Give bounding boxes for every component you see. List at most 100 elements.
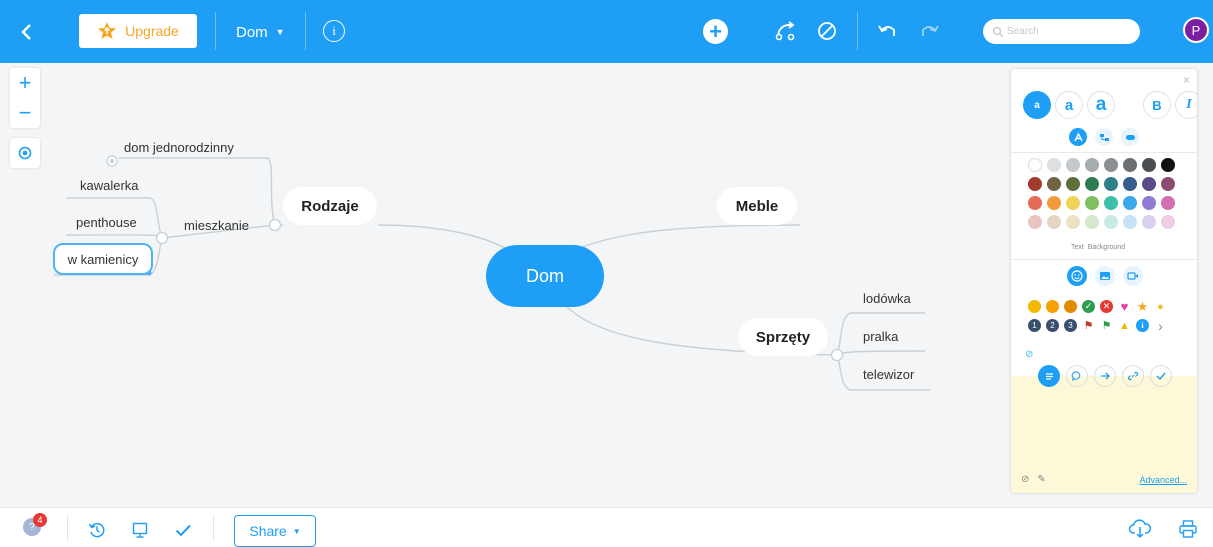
color-swatch[interactable] [1066, 196, 1080, 210]
color-swatch[interactable] [1066, 158, 1080, 172]
color-swatch[interactable] [1104, 177, 1118, 191]
tab-video[interactable] [1123, 266, 1143, 286]
color-swatch[interactable] [1047, 158, 1061, 172]
more-icons-button[interactable]: › [1154, 318, 1167, 334]
color-swatch[interactable] [1028, 158, 1042, 172]
color-swatch[interactable] [1104, 215, 1118, 229]
color-swatch[interactable] [1085, 196, 1099, 210]
color-swatches [1028, 158, 1175, 229]
image-icon [1100, 272, 1110, 280]
notification-badge: 4 [33, 513, 47, 527]
presentation-button[interactable] [130, 520, 150, 540]
info-icon[interactable]: i [1136, 319, 1149, 332]
check-icon[interactable]: ✓ [1082, 300, 1095, 313]
color-swatch[interactable] [1085, 158, 1099, 172]
color-swatch[interactable] [1028, 215, 1042, 229]
number-2-icon[interactable]: 2 [1046, 319, 1059, 332]
cross-icon[interactable]: ✕ [1100, 300, 1113, 313]
color-swatch[interactable] [1066, 215, 1080, 229]
number-1-icon[interactable]: 1 [1028, 319, 1041, 332]
node-w-kamienicy-selected[interactable]: w kamienicy [53, 243, 153, 275]
color-swatch[interactable] [1047, 177, 1061, 191]
node-kawalerka[interactable]: kawalerka [80, 175, 139, 195]
color-swatch[interactable] [1161, 158, 1175, 172]
color-swatch[interactable] [1028, 196, 1042, 210]
comment-button[interactable] [1066, 365, 1088, 387]
link-icon [1127, 371, 1139, 381]
tab-images[interactable] [1095, 266, 1115, 286]
color-swatch[interactable] [1142, 177, 1156, 191]
color-swatch[interactable] [1104, 196, 1118, 210]
link-arrow-button[interactable] [1094, 365, 1116, 387]
color-swatch[interactable] [1104, 158, 1118, 172]
node-pralka[interactable]: pralka [863, 326, 898, 346]
layout-icon [1099, 133, 1109, 141]
node-mieszkanie[interactable]: mieszkanie [184, 215, 249, 235]
text-size-large-button[interactable]: a [1087, 91, 1115, 119]
color-swatch[interactable] [1142, 158, 1156, 172]
bold-button[interactable]: B [1143, 91, 1171, 119]
magic-wand-icon[interactable]: ✎ [1037, 474, 1045, 485]
caret-down-icon: ▼ [292, 526, 301, 536]
color-swatch[interactable] [1123, 158, 1137, 172]
download-button[interactable] [1128, 518, 1152, 540]
node-meble[interactable]: Meble [717, 187, 797, 225]
red-flag-icon[interactable]: ⚑ [1082, 319, 1095, 332]
notes-area[interactable]: ⊘ ✎ Advanced... [1011, 376, 1197, 493]
neutral-face-icon[interactable] [1046, 300, 1059, 313]
clear-note-icon[interactable]: ⊘ [1021, 474, 1029, 485]
color-swatch[interactable] [1142, 196, 1156, 210]
tab-icons[interactable] [1067, 266, 1087, 286]
color-swatch[interactable] [1161, 215, 1175, 229]
print-button[interactable] [1177, 518, 1199, 540]
share-button[interactable]: Share ▼ [234, 515, 316, 547]
format-panel: × a a a B I Text Background ✓ ✕ ♥ ★ ● 1 … [1011, 69, 1197, 493]
color-swatch[interactable] [1123, 215, 1137, 229]
color-swatch[interactable] [1123, 177, 1137, 191]
node-sprzety[interactable]: Sprzęty [738, 318, 828, 356]
color-swatch[interactable] [1047, 215, 1061, 229]
color-swatch[interactable] [1085, 177, 1099, 191]
text-size-medium-button[interactable]: a [1055, 91, 1083, 119]
text-size-small-button[interactable]: a [1023, 91, 1051, 119]
italic-button[interactable]: I [1175, 91, 1197, 119]
happy-face-icon[interactable] [1028, 300, 1041, 313]
star-icon[interactable]: ★ [1136, 299, 1149, 314]
history-button[interactable] [87, 520, 107, 540]
advanced-link[interactable]: Advanced... [1139, 475, 1187, 485]
warning-icon[interactable]: ▲ [1118, 319, 1131, 332]
remove-icon-button[interactable]: ⊘ [1025, 349, 1033, 360]
heart-icon[interactable]: ♥ [1118, 299, 1131, 314]
node-penthouse[interactable]: penthouse [76, 212, 137, 232]
background-color-label[interactable]: Background [1088, 244, 1125, 251]
color-swatch[interactable] [1142, 215, 1156, 229]
color-swatch[interactable] [1047, 196, 1061, 210]
color-target-label: Text Background [1071, 244, 1125, 251]
color-swatch[interactable] [1161, 177, 1175, 191]
tab-text-color[interactable] [1069, 128, 1087, 146]
color-swatch[interactable] [1028, 177, 1042, 191]
node-dom-jednorodzinny[interactable]: dom jednorodzinny [124, 137, 234, 157]
tab-shape[interactable] [1121, 128, 1139, 146]
number-3-icon[interactable]: 3 [1064, 319, 1077, 332]
close-panel-button[interactable]: × [1183, 73, 1190, 87]
green-flag-icon[interactable]: ⚑ [1100, 319, 1113, 332]
sad-face-icon[interactable] [1064, 300, 1077, 313]
text-format-row: a a a B I [1023, 91, 1197, 119]
node-telewizor[interactable]: telewizor [863, 364, 914, 384]
note-type-button[interactable] [1038, 365, 1060, 387]
color-swatch[interactable] [1066, 177, 1080, 191]
root-node[interactable]: Dom [486, 245, 604, 307]
color-swatch[interactable] [1085, 215, 1099, 229]
node-lodowka[interactable]: lodówka [863, 288, 911, 308]
task-button[interactable] [1150, 365, 1172, 387]
color-swatch[interactable] [1161, 196, 1175, 210]
tab-layout[interactable] [1095, 128, 1113, 146]
text-color-label[interactable]: Text [1071, 244, 1084, 251]
color-swatch[interactable] [1123, 196, 1137, 210]
note-tools: ⊘ ✎ [1021, 474, 1046, 485]
node-rodzaje[interactable]: Rodzaje [283, 187, 377, 225]
lightbulb-icon[interactable]: ● [1154, 300, 1167, 313]
hyperlink-button[interactable] [1122, 365, 1144, 387]
tasks-button[interactable] [173, 520, 193, 540]
